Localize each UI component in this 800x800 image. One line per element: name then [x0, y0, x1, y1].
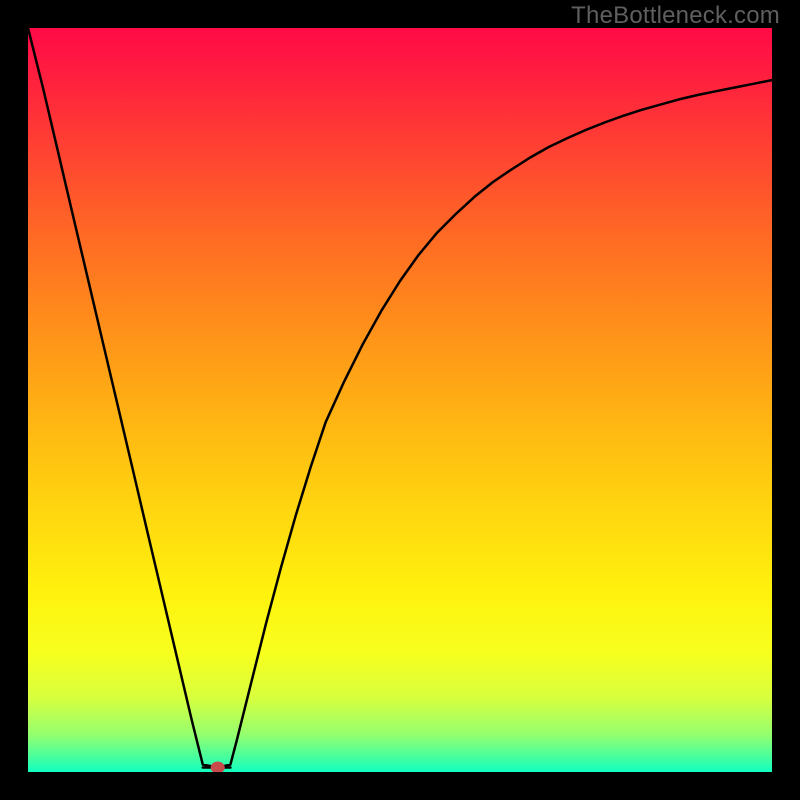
curve-layer	[28, 28, 772, 772]
chart-frame: TheBottleneck.com	[0, 0, 800, 800]
plot-area	[28, 28, 772, 772]
optimal-marker-dot	[211, 762, 225, 773]
watermark-text: TheBottleneck.com	[571, 2, 780, 30]
bottleneck-curve	[28, 28, 772, 768]
